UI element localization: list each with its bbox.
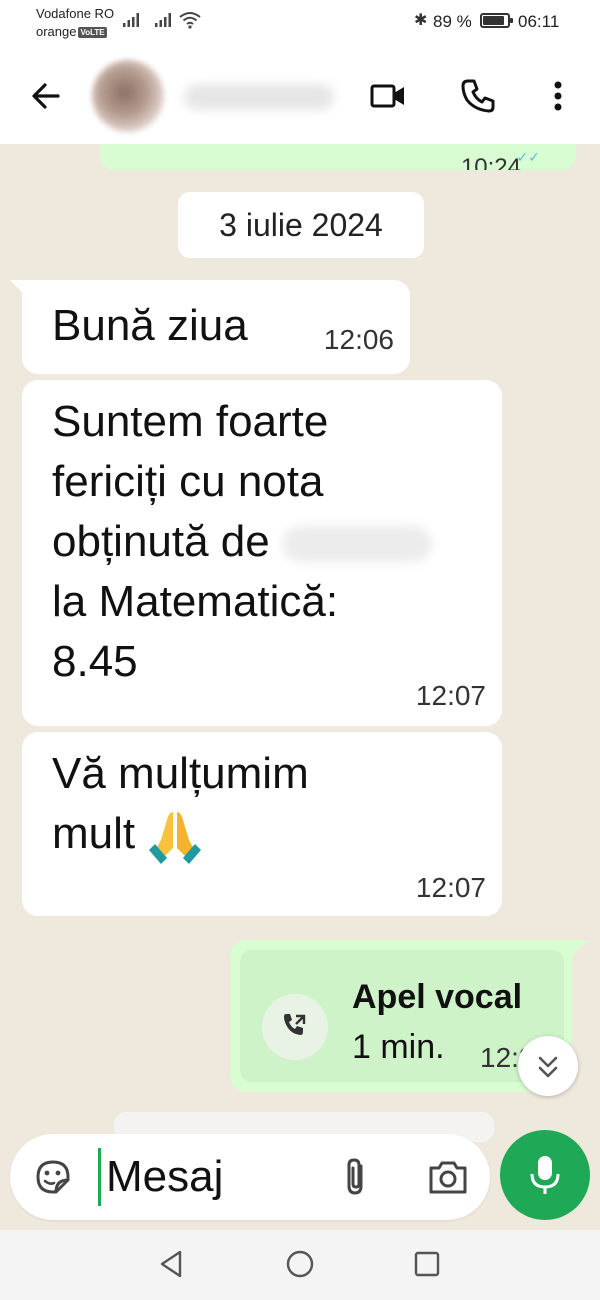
chevron-double-down-icon — [538, 1056, 558, 1078]
read-receipt-icon: ✓✓ — [516, 149, 540, 165]
message-bubble-outgoing[interactable]: 10:24 ✓✓ — [100, 144, 576, 170]
battery-icon — [480, 13, 513, 28]
paperclip-icon[interactable] — [340, 1156, 372, 1198]
message-bubble-incoming[interactable]: Vă mulțumim mult 12:07 — [22, 732, 502, 916]
status-bar: Vodafone RO orange VoLTE ✱ 89 % 06:11 — [0, 0, 600, 48]
bluetooth-icon: ✱ — [414, 12, 428, 29]
message-text: Bună ziua — [52, 301, 248, 350]
message-time: 12:07 — [415, 872, 486, 903]
nav-recents-icon[interactable] — [412, 1249, 442, 1279]
folded-hands-icon — [149, 812, 202, 865]
microphone-icon — [530, 1156, 560, 1194]
contact-name[interactable] — [184, 84, 334, 110]
message-time: 12:06 — [323, 324, 394, 355]
date-separator: 3 iulie 2024 — [178, 192, 424, 258]
message-time: 12:07 — [415, 680, 486, 711]
more-vertical-icon[interactable] — [538, 76, 578, 116]
message-bubble-incoming[interactable]: Suntem foarte fericiți cu nota obținută … — [22, 380, 502, 726]
message-input[interactable] — [106, 1148, 326, 1206]
call-title: Apel vocal — [352, 978, 523, 1016]
carrier-name: Vodafone RO — [36, 6, 115, 21]
message-text: Suntem foarte fericiți cu nota obținută … — [52, 392, 492, 692]
signal-icon — [123, 13, 139, 27]
chat-header — [0, 48, 600, 144]
message-composer — [10, 1134, 490, 1220]
arrow-left-icon[interactable] — [26, 76, 66, 116]
video-call-icon[interactable] — [368, 76, 408, 116]
bubble-tail — [572, 940, 588, 956]
chat-area[interactable]: 10:24 ✓✓ 3 iulie 2024 Bună ziua 12:06 Su… — [0, 144, 600, 1144]
clock: 06:11 — [518, 12, 560, 31]
voice-record-button[interactable] — [500, 1130, 590, 1220]
message-bubble-incoming[interactable]: Bună ziua 12:06 — [22, 280, 410, 374]
sticker-icon[interactable] — [32, 1156, 74, 1198]
outgoing-call-icon — [284, 1014, 306, 1035]
text-cursor — [98, 1148, 101, 1206]
camera-icon[interactable] — [426, 1156, 470, 1198]
carrier-name-secondary: orange VoLTE — [36, 24, 107, 39]
system-nav-bar — [0, 1230, 600, 1300]
call-icon-container — [262, 994, 328, 1060]
volte-badge: VoLTE — [78, 27, 107, 39]
battery-percent: 89 % — [433, 12, 472, 31]
signal-icon — [155, 13, 171, 27]
wifi-icon — [179, 12, 201, 29]
nav-back-icon[interactable] — [156, 1248, 186, 1280]
call-duration: 1 min. — [352, 1028, 445, 1066]
message-time: 10:24 — [460, 156, 521, 170]
avatar[interactable] — [92, 60, 164, 132]
nav-home-icon[interactable] — [284, 1248, 316, 1280]
phone-icon[interactable] — [458, 76, 498, 116]
scroll-to-bottom-button[interactable] — [518, 1036, 578, 1096]
message-text: Vă mulțumim mult — [52, 744, 309, 865]
redacted-name — [281, 526, 432, 563]
call-card[interactable]: Apel vocal 1 min. 12:21 — [240, 950, 564, 1082]
